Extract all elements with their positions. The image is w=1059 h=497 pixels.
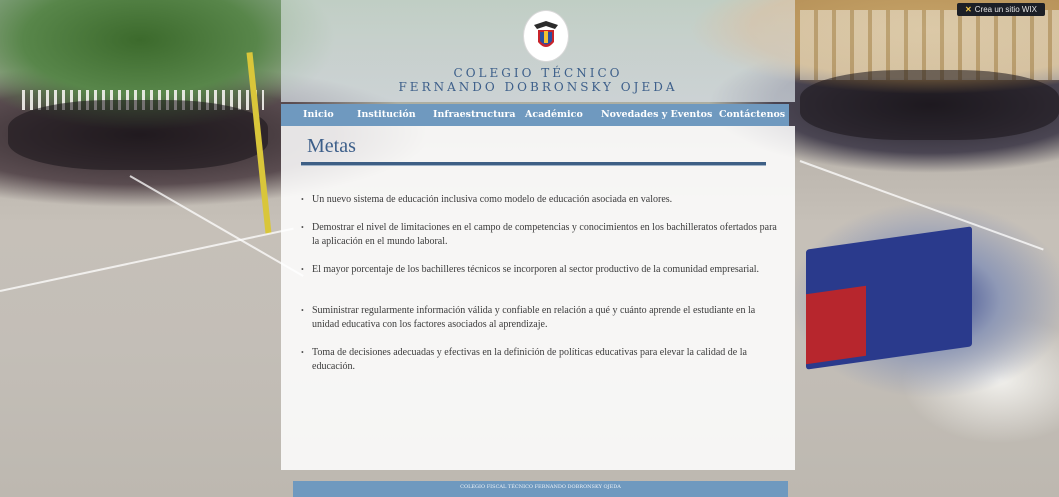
page-title: Metas (307, 135, 356, 157)
wix-badge-label: Crea un sitio WIX (974, 5, 1037, 14)
nav-item-academico[interactable]: Académico (525, 109, 583, 120)
nav-item-institucion[interactable]: Institución (357, 109, 416, 120)
site-title-line1: COLEGIO TÉCNICO (453, 66, 623, 80)
nav-item-inicio[interactable]: Inicio (303, 109, 334, 120)
site-footer: COLEGIO FISCAL TÉCNICO FERNANDO DOBRONSK… (293, 481, 788, 497)
content-panel (281, 126, 795, 470)
background-crowd-right (800, 70, 1059, 140)
school-crest-icon[interactable] (523, 10, 569, 62)
list-item: Suministrar regularmente información vál… (300, 304, 782, 331)
background-crowd-left (8, 100, 268, 170)
nav-item-infraestructura[interactable]: Infraestructura (433, 109, 516, 120)
nav-item-novedades[interactable]: Novedades y Eventos (601, 109, 712, 120)
list-item: El mayor porcentaje de los bachilleres t… (300, 263, 782, 277)
list-item: Demostrar el nivel de limitaciones en el… (300, 221, 782, 248)
wix-x-icon: ✕ (965, 5, 972, 14)
background-table-flag (806, 285, 866, 365)
title-divider (301, 162, 766, 166)
footer-text: COLEGIO FISCAL TÉCNICO FERNANDO DOBRONSK… (460, 484, 621, 490)
main-nav: Inicio Institución Infraestructura Acadé… (281, 104, 789, 126)
nav-item-contactenos[interactable]: Contáctenos (719, 109, 785, 120)
wix-badge[interactable]: ✕ Crea un sitio WIX (957, 3, 1045, 16)
site-title-line2: FERNANDO DOBRONSKY OJEDA (398, 80, 678, 94)
list-item: Toma de decisiones adecuadas y efectivas… (300, 346, 782, 373)
list-item: Un nuevo sistema de educación inclusiva … (300, 193, 782, 207)
